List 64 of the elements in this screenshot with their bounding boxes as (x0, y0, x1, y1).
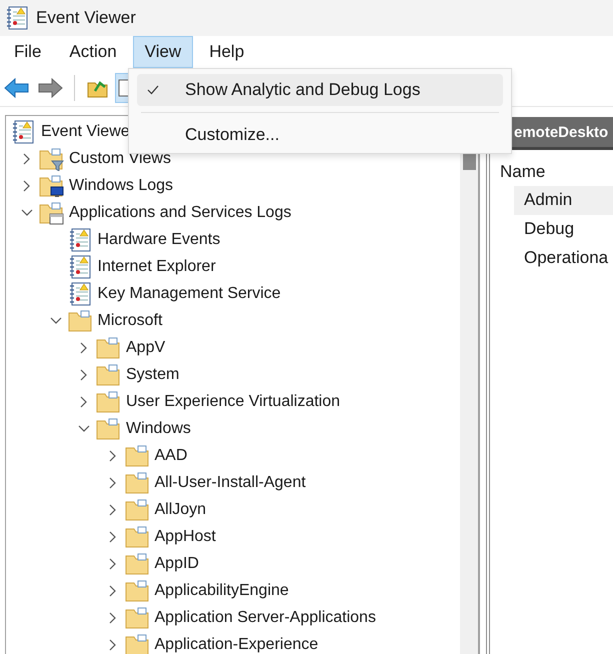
tree-item[interactable]: AppID (154, 554, 199, 572)
chevron-right-icon[interactable] (108, 504, 116, 516)
folder-icon (95, 336, 121, 360)
tree-item[interactable]: Application-Experience (154, 636, 318, 654)
menu-item[interactable]: Action (57, 36, 129, 68)
monitor-folder-icon (38, 174, 64, 198)
chevron-right-icon[interactable] (108, 530, 116, 542)
window-title: Event Viewer (36, 8, 136, 28)
menu-item[interactable]: Help (197, 36, 256, 68)
chevron-right-icon[interactable] (108, 476, 116, 488)
tree-item[interactable]: Key Management Service (96, 284, 281, 302)
tree-item[interactable]: Windows (125, 420, 191, 438)
menu-item[interactable]: File (2, 36, 54, 68)
menu-option[interactable]: Show Analytic and Debug Logs (137, 74, 503, 106)
chevron-right-icon[interactable] (108, 584, 116, 596)
folder-icon (95, 390, 121, 414)
chevron-right-icon[interactable] (23, 152, 31, 164)
tree-item[interactable]: Application Server-Applications (154, 608, 376, 626)
menu-item[interactable]: View (132, 36, 194, 68)
chevron-right-icon[interactable] (108, 612, 116, 624)
folder-icon (95, 416, 121, 440)
folder-icon (66, 308, 92, 332)
folder-icon (124, 444, 150, 468)
chevron-right-icon[interactable] (80, 396, 88, 408)
tree-item[interactable]: AppV (125, 338, 166, 356)
column-header[interactable]: Name (490, 150, 613, 186)
filter-folder-icon (38, 146, 64, 170)
chevron-right-icon[interactable] (23, 180, 31, 192)
chevron-right-icon[interactable] (108, 450, 116, 462)
tree-item[interactable]: ApplicabilityEngine (154, 582, 289, 600)
folder-icon (95, 362, 121, 386)
list-row[interactable]: Operationa (514, 244, 613, 273)
list-row[interactable]: Admin (514, 186, 613, 215)
tree-item[interactable]: Windows Logs (68, 176, 174, 194)
folder-icon (124, 552, 150, 576)
tree-item[interactable]: System (125, 366, 180, 384)
tree-item[interactable]: All-User-Install-Agent (154, 474, 306, 492)
folder-icon (124, 524, 150, 548)
chevron-right-icon[interactable] (108, 558, 116, 570)
tree-item[interactable]: Microsoft (96, 312, 162, 330)
folder-icon (124, 578, 150, 602)
tree-item[interactable]: AllJoyn (154, 500, 206, 518)
forward-arrow-icon (37, 77, 63, 99)
folder-icon (124, 498, 150, 522)
app-icon (4, 6, 30, 30)
chevron-right-icon[interactable] (80, 342, 88, 354)
tree-item[interactable]: User Experience Virtualization (125, 392, 340, 410)
list-row[interactable]: Debug (514, 215, 613, 244)
tree-item[interactable]: Hardware Events (96, 230, 220, 248)
event-log-icon (10, 120, 36, 144)
tree-item[interactable]: Event Viewe (40, 122, 130, 140)
tree-item[interactable]: Internet Explorer (96, 258, 216, 276)
chevron-down-icon[interactable] (78, 424, 90, 432)
back-arrow-icon (4, 77, 30, 99)
chevron-right-icon[interactable] (108, 638, 116, 650)
window-folder-icon (38, 200, 64, 224)
chevron-right-icon[interactable] (80, 368, 88, 380)
tree-item[interactable]: AAD (154, 446, 188, 464)
chevron-down-icon[interactable] (21, 208, 33, 216)
chevron-down-icon[interactable] (50, 316, 62, 324)
folder-icon (124, 606, 150, 630)
tree-item[interactable]: Applications and Services Logs (68, 204, 292, 222)
tree-item[interactable]: AppHost (154, 528, 216, 546)
folder-icon (124, 470, 150, 494)
